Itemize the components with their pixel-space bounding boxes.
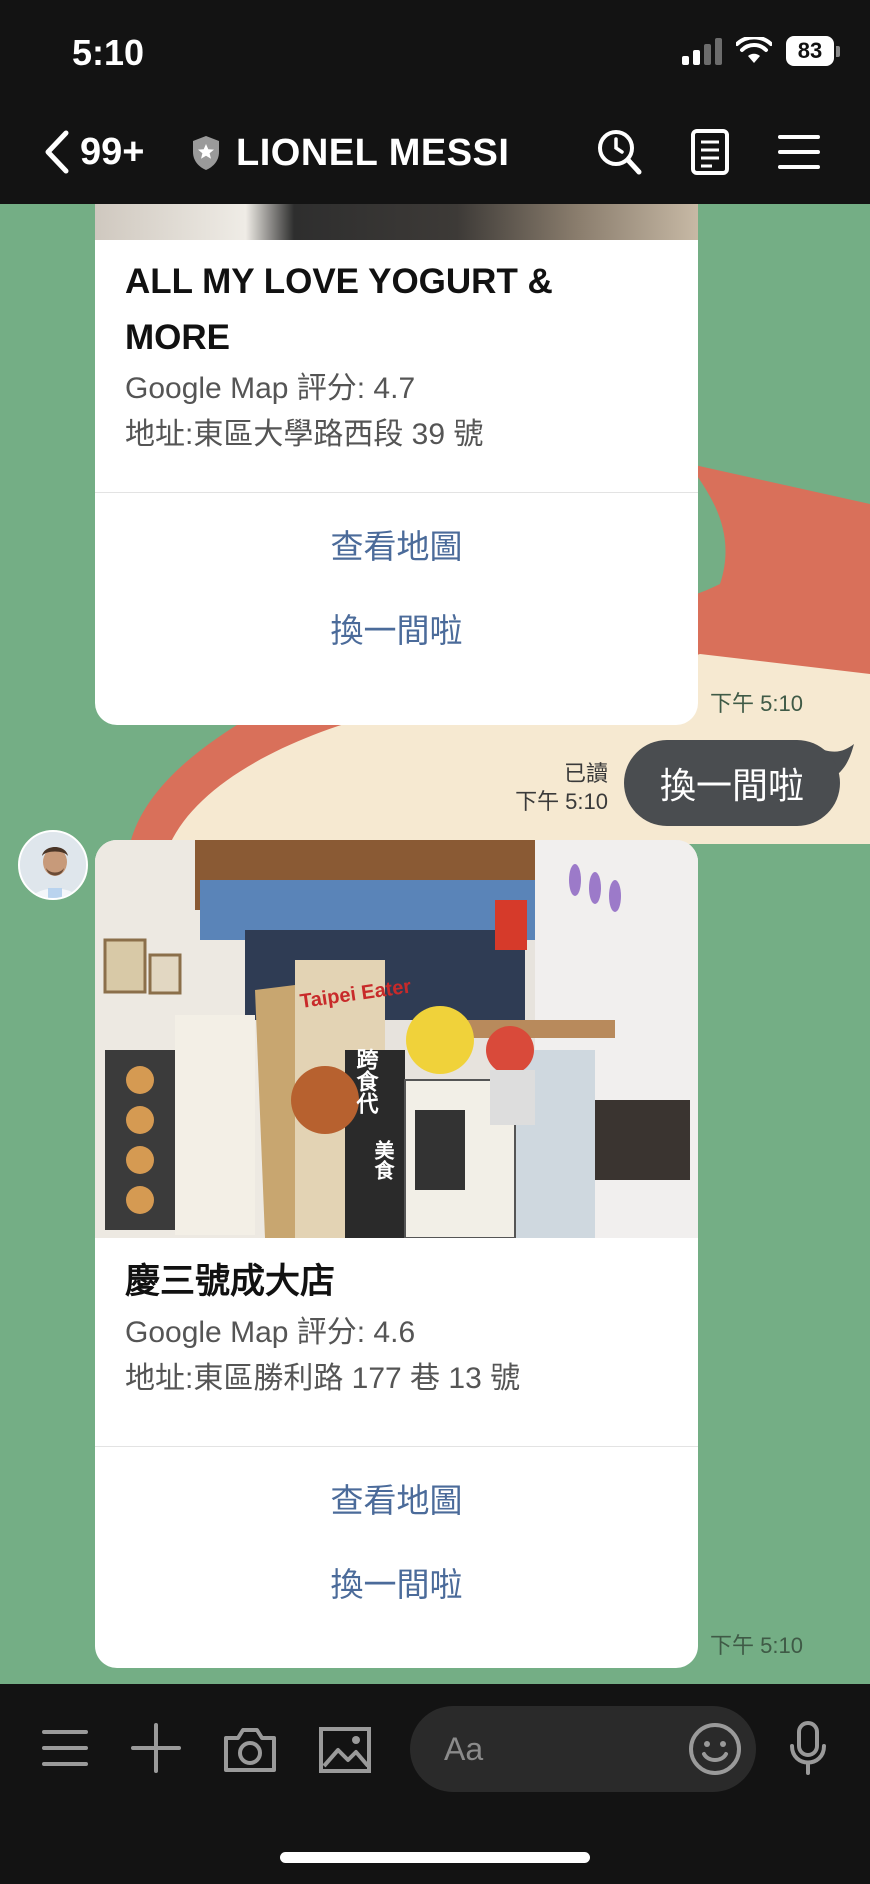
back-button[interactable]: 99+ (44, 130, 144, 174)
search-icon[interactable] (596, 128, 642, 176)
message-timestamp: 下午 5:10 (710, 1633, 803, 1658)
microphone-icon[interactable] (788, 1720, 828, 1776)
switch-restaurant-button[interactable]: 換一間啦 (95, 1543, 698, 1627)
photo-banner-text: 跨食代 (353, 1048, 380, 1115)
cellular-signal-icon (682, 37, 722, 65)
message-input[interactable] (444, 1726, 664, 1772)
battery-level: 83 (786, 36, 834, 66)
restaurant-photo-illustration: Taipei Eater 跨食代 美食 (95, 840, 698, 1238)
read-label: 已讀 (563, 761, 608, 786)
restaurant-photo: Taipei Eater 跨食代 美食 (95, 840, 698, 1238)
chat-area[interactable]: ALL MY LOVE YOGURT & MORE Google Map 評分:… (0, 204, 870, 1684)
view-map-button[interactable]: 查看地圖 (95, 505, 698, 589)
restaurant-photo (95, 204, 698, 240)
status-time: 5:10 (72, 32, 145, 73)
menu-icon[interactable] (42, 1728, 88, 1768)
chevron-left-icon (45, 130, 69, 174)
battery-icon: 83 (786, 36, 840, 66)
unread-count: 99+ (80, 130, 145, 173)
avatar[interactable] (18, 830, 88, 900)
read-receipt: 已讀 下午 5:10 (500, 760, 608, 816)
camera-icon[interactable] (222, 1726, 278, 1774)
image-icon[interactable] (318, 1726, 372, 1774)
restaurant-card: ALL MY LOVE YOGURT & MORE Google Map 評分:… (95, 204, 698, 725)
input-bar (0, 1684, 870, 1884)
restaurant-rating: Google Map 評分: 4.6 (125, 1316, 416, 1349)
plus-icon[interactable] (130, 1722, 182, 1774)
message-timestamp: 下午 5:10 (515, 789, 608, 814)
message-timestamp: 下午 5:10 (710, 691, 803, 716)
verified-shield-icon (193, 136, 219, 170)
restaurant-card: Taipei Eater 跨食代 美食 慶三號成大店 Google Map 評分… (95, 840, 698, 1668)
view-map-button[interactable]: 查看地圖 (95, 1459, 698, 1543)
restaurant-name: ALL MY LOVE YOGURT & (125, 262, 553, 301)
photo-banner-text: 美食 (371, 1139, 395, 1181)
top-bar: 5:10 83 99+ LIONEL MESSI (0, 0, 870, 204)
notes-icon[interactable] (690, 128, 730, 176)
restaurant-address: 地址:東區大學路西段 39 號 (125, 418, 484, 451)
switch-restaurant-button[interactable]: 換一間啦 (95, 589, 698, 673)
wifi-icon (736, 37, 772, 63)
status-icons: 83 (682, 36, 840, 66)
restaurant-name: 慶三號成大店 (125, 1262, 336, 1301)
home-indicator (280, 1852, 590, 1863)
restaurant-address: 地址:東區勝利路 177 巷 13 號 (125, 1362, 521, 1395)
restaurant-name-cont: MORE (125, 318, 230, 357)
message-input-container (410, 1706, 756, 1792)
restaurant-rating: Google Map 評分: 4.7 (125, 372, 416, 405)
user-message-bubble[interactable]: 換一間啦 (624, 740, 840, 826)
chat-title: LIONEL MESSI (236, 132, 510, 174)
emoji-icon[interactable] (688, 1722, 742, 1776)
chat-header: 99+ LIONEL MESSI (0, 120, 870, 190)
menu-icon[interactable] (778, 128, 820, 176)
